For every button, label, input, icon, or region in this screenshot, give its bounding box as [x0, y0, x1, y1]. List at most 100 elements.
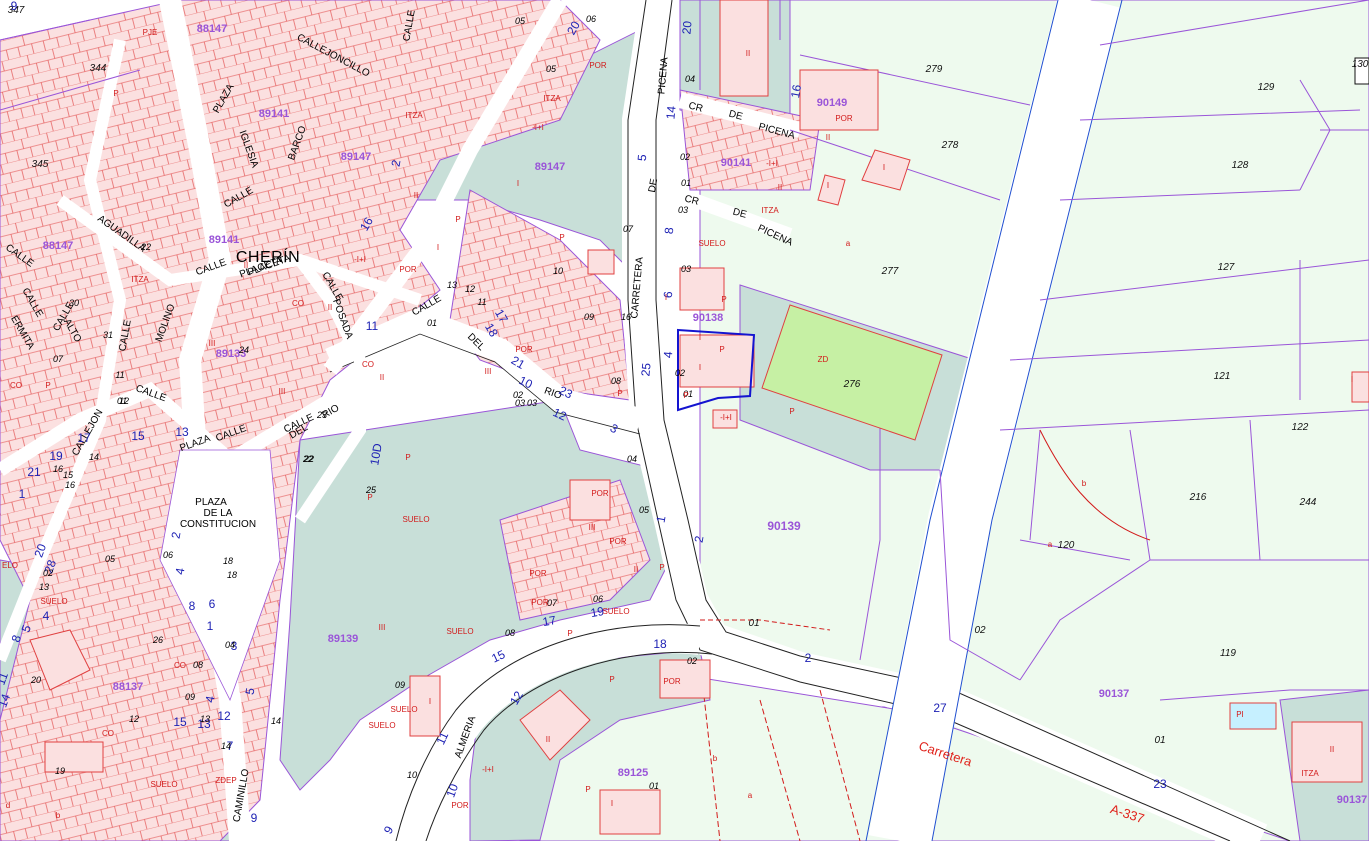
parcel-number: 01	[1154, 735, 1165, 746]
land-use-code: II	[328, 303, 332, 312]
land-use-code: CO	[174, 661, 186, 670]
parcel-number: 02	[974, 625, 986, 636]
land-use-code: SUELO	[446, 627, 473, 636]
land-use-code: III	[485, 367, 492, 376]
subparcel-number: 11	[115, 370, 124, 380]
land-use-code: ITZA	[405, 111, 423, 120]
subparcel-number: 22	[140, 242, 151, 252]
land-use-code: I	[699, 333, 701, 342]
land-use-code: II	[1330, 745, 1334, 754]
portal-number: 18	[653, 637, 667, 651]
block-number: 89141	[259, 108, 290, 120]
building[interactable]	[599, 789, 661, 835]
subparcel-number: 04	[685, 74, 695, 84]
land-use-code: POR	[663, 677, 681, 686]
land-use-code: II	[244, 261, 248, 270]
land-use-code: b	[1082, 479, 1087, 488]
parcel-number: 128	[1232, 160, 1249, 171]
land-use-code: P	[721, 295, 726, 304]
block-number: 89141	[209, 234, 240, 246]
subparcel-number: 04	[225, 640, 235, 650]
block-number: 90137	[1099, 688, 1130, 700]
parcel-number: 278	[941, 140, 959, 151]
land-use-code: -I+I	[354, 255, 366, 264]
land-use-code: P	[585, 785, 590, 794]
block-number: 89147	[341, 151, 372, 163]
land-use-code: b	[713, 754, 718, 763]
land-use-code: CO	[362, 360, 374, 369]
portal-number: 21	[27, 465, 41, 479]
parcel-number: 345	[32, 159, 49, 170]
land-use-code: III	[209, 339, 216, 348]
subparcel-number: 09	[395, 680, 405, 690]
parcel-number: 01	[748, 618, 759, 629]
building[interactable]	[569, 479, 611, 521]
parcel-number: 129	[1258, 82, 1275, 93]
land-use-code: POR	[609, 537, 627, 546]
parcel-number: 121	[1214, 371, 1231, 382]
land-use-code: CO	[102, 729, 114, 738]
land-use-code: -I+I	[720, 413, 732, 422]
cadastral-map[interactable]: CHERÍNCALLECALLEJONCILLOPLAZAIGLESIA BARC…	[0, 0, 1369, 841]
land-use-code: II	[826, 133, 830, 142]
block-number: 90141	[721, 157, 752, 169]
land-use-code: II	[746, 49, 750, 58]
land-use-code: P	[559, 233, 564, 242]
land-use-code: P	[45, 381, 50, 390]
block-number: 88137	[113, 681, 144, 693]
subparcel-number: 06	[163, 550, 173, 560]
building[interactable]	[719, 0, 769, 97]
building[interactable]	[44, 741, 104, 773]
portal-number: 9	[251, 811, 258, 825]
portal-number: 20	[679, 20, 694, 35]
land-use-code: P	[659, 563, 664, 572]
block-number: 90139	[767, 519, 801, 533]
land-use-code: III	[279, 387, 286, 396]
land-use-code: PJE	[143, 28, 158, 37]
land-use-code: SUELO	[368, 721, 395, 730]
portal-number: 15	[131, 429, 145, 443]
street-label: DE LA	[204, 508, 233, 519]
subparcel-number: 13	[447, 280, 457, 290]
subparcel-number: 08	[611, 376, 621, 386]
land-use-code: POR	[529, 569, 547, 578]
block-number: 88147	[197, 23, 228, 35]
building[interactable]	[679, 267, 725, 311]
subparcel-number: 08	[505, 628, 515, 638]
subparcel-number: 22	[302, 454, 313, 464]
building[interactable]	[1351, 371, 1369, 403]
land-use-code: P	[567, 629, 572, 638]
portal-number: 4	[43, 609, 50, 623]
land-use-code: -I+I	[532, 123, 544, 132]
building[interactable]	[679, 334, 755, 388]
portal-number: 17	[77, 431, 91, 445]
parcel-number: 122	[1292, 422, 1309, 433]
land-use-code: -I+I	[482, 765, 494, 774]
land-use-code: II	[546, 735, 550, 744]
parcel-number: 276	[843, 379, 861, 390]
portal-number: 19	[49, 449, 63, 463]
building[interactable]	[587, 249, 615, 275]
subparcel-number: 06	[593, 594, 603, 604]
subparcel-number: 03	[527, 398, 537, 408]
land-use-code: III	[589, 523, 596, 532]
land-use-code: a	[846, 239, 851, 248]
subparcel-number: 16	[621, 312, 631, 322]
subparcel-number: 24	[238, 345, 249, 355]
land-use-code: II	[778, 183, 782, 192]
land-use-code: ITZA	[543, 94, 561, 103]
parcel-number: 279	[925, 64, 943, 75]
land-use-code: POR	[835, 114, 853, 123]
subparcel-number: 16	[65, 480, 75, 490]
land-use-code: POR	[451, 801, 469, 810]
subparcel-number: 04	[627, 454, 637, 464]
land-use-code: CO	[10, 381, 22, 390]
portal-number: 14	[663, 105, 678, 120]
land-use-code: -I+I	[766, 159, 778, 168]
subparcel-number: 05	[639, 505, 650, 515]
land-use-code: POR	[515, 345, 533, 354]
land-use-code: CO	[292, 299, 304, 308]
land-use-code: SUELO	[602, 607, 629, 616]
land-use-code: I	[437, 243, 439, 252]
street-label: CONSTITUCION	[180, 519, 256, 530]
